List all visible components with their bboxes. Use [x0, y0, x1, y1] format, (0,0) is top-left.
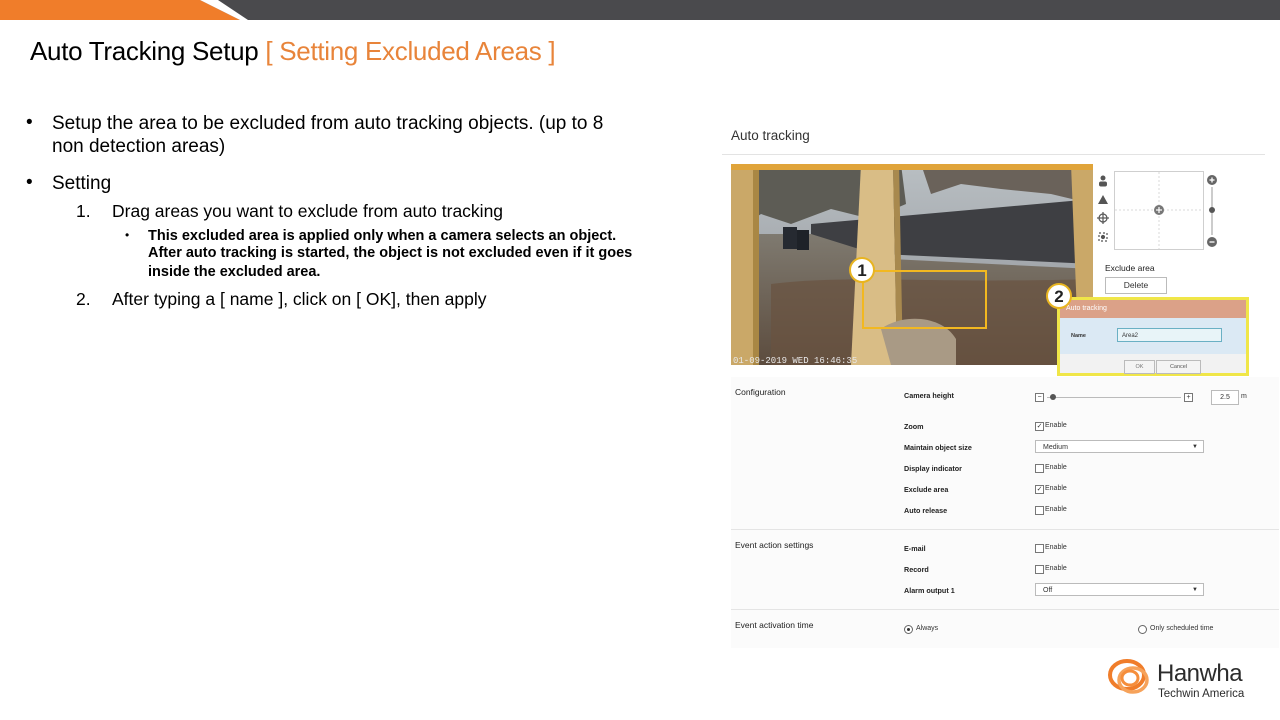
- callout-badge-2: 2: [1046, 283, 1072, 309]
- note-line-3: inside the excluded area.: [148, 264, 321, 280]
- event-action-heading: Event action settings: [735, 540, 814, 550]
- record-checkbox[interactable]: [1035, 565, 1044, 574]
- record-label: Record: [904, 565, 929, 574]
- alarm-output-label: Alarm output 1: [904, 586, 955, 595]
- auto-release-label: Auto release: [904, 506, 948, 515]
- always-label: Always: [916, 625, 939, 632]
- bullet-1-line-2: non detection areas): [52, 136, 226, 157]
- ptz-control-pad[interactable]: [1114, 171, 1204, 250]
- email-label: E-mail: [904, 544, 926, 553]
- crosshair-icon: [1098, 232, 1108, 242]
- bullet-2: Setting: [52, 173, 112, 194]
- step-1-text: Drag areas you want to exclude from auto…: [112, 201, 504, 221]
- bullet-dot: •: [26, 172, 33, 193]
- maintain-object-size-select[interactable]: Medium ▼: [1035, 440, 1204, 453]
- note-line-1: This excluded area is applied only when …: [148, 228, 617, 244]
- dialog-ok-button[interactable]: OK: [1124, 360, 1155, 374]
- section-divider: [731, 609, 1279, 610]
- display-indicator-checkbox[interactable]: [1035, 464, 1044, 473]
- shape-icon: [1098, 195, 1108, 204]
- ptz-crosshair: [1115, 172, 1203, 249]
- camera-height-slider-thumb[interactable]: [1049, 394, 1056, 400]
- event-activation-heading: Event activation time: [735, 620, 814, 630]
- dialog-cancel-button[interactable]: Cancel: [1156, 360, 1201, 374]
- top-banner-orange-stripe: [0, 0, 248, 20]
- always-radio[interactable]: [904, 625, 913, 634]
- hanwha-logo-icon: [1108, 659, 1149, 694]
- exclude-area-enable-label: Enable: [1045, 485, 1067, 492]
- sub-bullet-dot: •: [125, 228, 130, 242]
- email-enable-label: Enable: [1045, 544, 1067, 551]
- callout-badge-1: 1: [849, 257, 875, 283]
- camera-scene: 01-09-2019 WED 16:46:35: [731, 164, 1093, 365]
- panel-header: Auto tracking: [722, 122, 1265, 155]
- camera-height-input[interactable]: 2.5: [1211, 390, 1239, 405]
- step-2-number: 2.: [76, 289, 91, 309]
- email-checkbox[interactable]: [1035, 544, 1044, 553]
- panel-header-title: Auto tracking: [731, 128, 810, 143]
- area-name-dialog: Auto tracking Name Area2 OK Cancel: [1057, 297, 1249, 376]
- slide-title-accent: [ Setting Excluded Areas ]: [265, 36, 556, 66]
- zoom-checkbox[interactable]: ✓: [1035, 422, 1044, 431]
- slide-title: Auto Tracking Setup [ Setting Excluded A…: [30, 36, 556, 67]
- camera-height-plus-button[interactable]: +: [1184, 393, 1193, 402]
- dialog-title: Auto tracking: [1060, 300, 1246, 318]
- zoom-label: Zoom: [904, 422, 924, 431]
- chevron-down-icon: ▼: [1192, 444, 1198, 450]
- zoom-slider[interactable]: [1205, 174, 1219, 248]
- video-timestamp: 01-09-2019 WED 16:46:35: [733, 356, 857, 365]
- ptz-side-toolbar: [1097, 175, 1109, 242]
- dialog-name-label: Name: [1071, 333, 1086, 339]
- maintain-object-size-value: Medium: [1043, 444, 1068, 451]
- configuration-section: Configuration Camera height − + 2.5 m Zo…: [731, 377, 1279, 648]
- camera-video-view[interactable]: 01-09-2019 WED 16:46:35: [731, 164, 1093, 365]
- display-indicator-enable-label: Enable: [1045, 464, 1067, 471]
- only-scheduled-label: Only scheduled time: [1150, 625, 1214, 632]
- delete-button[interactable]: Delete: [1105, 277, 1167, 294]
- camera-height-label: Camera height: [904, 391, 954, 400]
- zoom-enable-label: Enable: [1045, 422, 1067, 429]
- bullet-dot: •: [26, 112, 33, 133]
- camera-height-minus-button[interactable]: −: [1035, 393, 1044, 402]
- auto-release-checkbox[interactable]: [1035, 506, 1044, 515]
- exclude-area-checkbox[interactable]: ✓: [1035, 485, 1044, 494]
- section-divider: [731, 529, 1279, 530]
- logo-name: Hanwha: [1157, 660, 1243, 687]
- chevron-down-icon: ▼: [1192, 587, 1198, 593]
- target-icon: [1097, 212, 1109, 224]
- alarm-output-value: Off: [1043, 587, 1053, 594]
- only-scheduled-radio[interactable]: [1138, 625, 1147, 634]
- configuration-heading: Configuration: [735, 387, 786, 397]
- alarm-output-select[interactable]: Off ▼: [1035, 583, 1204, 596]
- bullet-1-line-1: Setup the area to be excluded from auto …: [52, 113, 604, 134]
- display-indicator-label: Display indicator: [904, 464, 962, 473]
- step-2-text: After typing a [ name ], click on [ OK],…: [112, 289, 487, 309]
- step-1-number: 1.: [76, 201, 91, 221]
- camera-height-unit: m: [1241, 393, 1247, 400]
- exclude-area-config-label: Exclude area: [904, 485, 949, 494]
- camera-height-slider-track[interactable]: [1047, 397, 1181, 398]
- maintain-object-size-label: Maintain object size: [904, 443, 972, 452]
- slide-title-main: Auto Tracking Setup: [30, 36, 259, 66]
- dialog-name-input[interactable]: Area2: [1117, 328, 1222, 342]
- exclude-area-label: Exclude area: [1105, 263, 1155, 273]
- note-line-2: After auto tracking is started, the obje…: [148, 245, 633, 261]
- logo-subtitle: Techwin America: [1158, 688, 1245, 700]
- person-icon: [1099, 175, 1107, 187]
- auto-release-enable-label: Enable: [1045, 506, 1067, 513]
- excluded-area-rectangle[interactable]: [862, 270, 987, 329]
- record-enable-label: Enable: [1045, 565, 1067, 572]
